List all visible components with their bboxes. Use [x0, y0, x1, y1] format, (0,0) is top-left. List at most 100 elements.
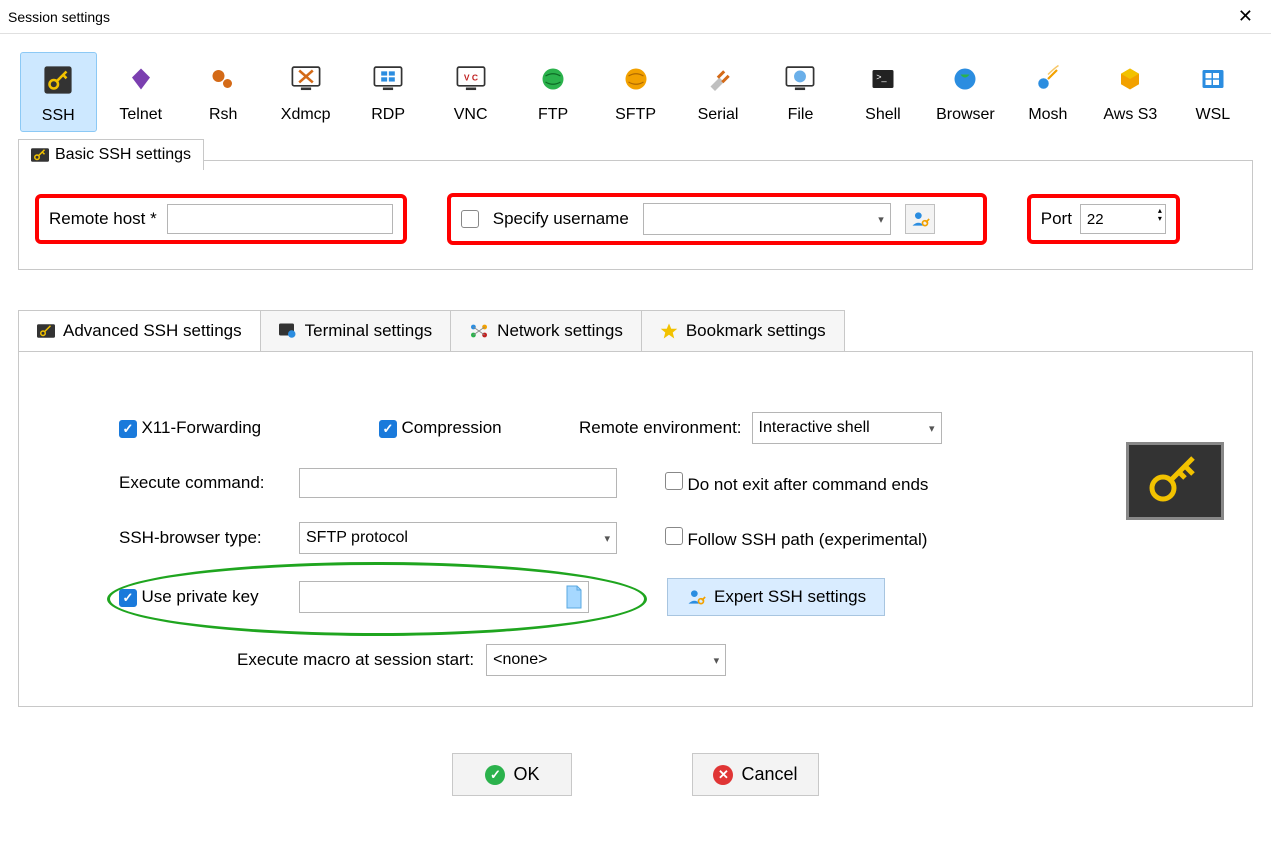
tab-bookmark-settings[interactable]: Bookmark settings	[641, 310, 845, 351]
session-type-label: Rsh	[209, 106, 237, 124]
session-type-rdp[interactable]: RDP	[350, 52, 426, 132]
execute-command-label: Execute command:	[119, 473, 299, 493]
x-circle-icon: ✕	[713, 765, 733, 785]
basic-ssh-tab: Basic SSH settings	[18, 139, 204, 170]
chevron-down-icon: ▾	[604, 532, 610, 545]
monitor-file-icon	[781, 60, 819, 98]
advanced-tabstrip: Advanced SSH settings Terminal settings …	[18, 310, 1253, 351]
x11-forwarding-checkbox[interactable]: ✓	[119, 420, 137, 438]
session-type-shell[interactable]: >_ Shell	[845, 52, 921, 132]
check-circle-icon: ✓	[485, 765, 505, 785]
remote-env-value: Interactive shell	[759, 419, 870, 437]
execute-command-input[interactable]	[299, 468, 617, 498]
star-icon	[660, 322, 678, 340]
user-credentials-button[interactable]	[905, 204, 935, 234]
session-type-browser[interactable]: Browser	[927, 52, 1003, 132]
large-key-icon	[1145, 456, 1205, 506]
monitor-win-icon	[369, 60, 407, 98]
tab-label: Advanced SSH settings	[63, 321, 242, 341]
chevron-down-icon: ▾	[878, 213, 884, 226]
chevron-down-icon[interactable]: ▾	[1158, 215, 1162, 223]
ssh-browser-type-select[interactable]: SFTP protocol ▾	[299, 522, 617, 554]
key-icon	[37, 324, 55, 338]
session-type-ssh[interactable]: SSH	[20, 52, 97, 132]
remote-host-label: Remote host *	[49, 209, 157, 229]
session-type-label: SFTP	[615, 106, 656, 124]
do-not-exit-label: Do not exit after command ends	[687, 475, 928, 494]
follow-ssh-path-checkbox[interactable]	[665, 527, 683, 545]
remote-host-highlight: Remote host *	[35, 194, 407, 244]
ssh-key-badge	[1126, 442, 1224, 520]
ok-label: OK	[513, 764, 539, 785]
remote-host-input[interactable]	[167, 204, 393, 234]
session-type-label: WSL	[1195, 106, 1230, 124]
tab-terminal-settings[interactable]: Terminal settings	[260, 310, 452, 351]
macro-row: Execute macro at session start: <none> ▾	[237, 644, 1222, 676]
session-type-ftp[interactable]: FTP	[515, 52, 591, 132]
port-spinner[interactable]: ▴▾	[1080, 204, 1166, 234]
session-type-label: Xdmcp	[281, 106, 331, 124]
key-icon	[31, 148, 49, 162]
port-input[interactable]	[1080, 204, 1166, 234]
do-not-exit-checkbox[interactable]	[665, 472, 683, 490]
person-key-icon	[686, 587, 706, 607]
macro-value: <none>	[493, 651, 547, 669]
macro-select[interactable]: <none> ▾	[486, 644, 726, 676]
basic-ssh-title: Basic SSH settings	[55, 146, 191, 164]
tab-label: Bookmark settings	[686, 321, 826, 341]
macro-label: Execute macro at session start:	[237, 650, 474, 670]
session-type-file[interactable]: File	[762, 52, 838, 132]
specify-username-label: Specify username	[493, 209, 629, 229]
private-key-path-input[interactable]	[299, 581, 589, 613]
basic-ssh-group: Basic SSH settings Remote host * Specify…	[18, 160, 1253, 270]
svg-text:>_: >_	[876, 72, 887, 82]
session-type-xdmcp[interactable]: Xdmcp	[267, 52, 343, 132]
file-browse-icon[interactable]	[564, 585, 584, 609]
session-type-sftp[interactable]: SFTP	[597, 52, 673, 132]
advanced-section: Advanced SSH settings Terminal settings …	[18, 310, 1253, 707]
session-type-mosh[interactable]: Mosh	[1010, 52, 1086, 132]
session-type-label: Mosh	[1028, 106, 1067, 124]
compression-label: Compression	[401, 418, 501, 437]
remote-env-select[interactable]: Interactive shell ▾	[752, 412, 942, 444]
terminal-icon: >_	[864, 60, 902, 98]
monitor-vnc-icon: V C	[452, 60, 490, 98]
windows-icon	[1194, 60, 1232, 98]
session-type-label: FTP	[538, 106, 568, 124]
specify-username-checkbox[interactable]	[461, 210, 479, 228]
session-type-wsl[interactable]: WSL	[1175, 52, 1251, 132]
username-input[interactable]: ▾	[643, 203, 891, 235]
close-icon[interactable]: ✕	[1232, 6, 1259, 27]
tab-network-settings[interactable]: Network settings	[450, 310, 642, 351]
session-type-vnc[interactable]: V C VNC	[432, 52, 508, 132]
use-private-key-checkbox[interactable]: ✓	[119, 589, 137, 607]
session-type-label: SSH	[42, 107, 75, 125]
session-type-awss3[interactable]: Aws S3	[1092, 52, 1168, 132]
titlebar: Session settings ✕	[0, 0, 1271, 34]
session-type-rsh[interactable]: Rsh	[185, 52, 261, 132]
globe-orange-icon	[617, 60, 655, 98]
spinner-arrows[interactable]: ▴▾	[1158, 207, 1162, 223]
cancel-button[interactable]: ✕ Cancel	[692, 753, 818, 796]
globe-blue-icon	[946, 60, 984, 98]
remote-env-label: Remote environment:	[579, 418, 742, 438]
ssh-browser-type-value: SFTP protocol	[306, 529, 408, 547]
session-type-telnet[interactable]: Telnet	[103, 52, 179, 132]
cube-icon	[1111, 60, 1149, 98]
tab-label: Terminal settings	[305, 321, 433, 341]
port-label: Port	[1041, 209, 1072, 229]
tab-advanced-ssh[interactable]: Advanced SSH settings	[18, 310, 261, 351]
ok-button[interactable]: ✓ OK	[452, 753, 572, 796]
cancel-label: Cancel	[741, 764, 797, 785]
compression-checkbox[interactable]: ✓	[379, 420, 397, 438]
person-key-icon	[910, 209, 930, 229]
diamond-icon	[122, 60, 160, 98]
chevron-down-icon: ▾	[714, 654, 720, 667]
key-icon	[39, 61, 77, 99]
username-highlight: Specify username ▾	[447, 193, 987, 245]
session-type-serial[interactable]: Serial	[680, 52, 756, 132]
session-type-label: File	[788, 106, 814, 124]
window-title: Session settings	[8, 9, 110, 25]
expert-ssh-settings-button[interactable]: Expert SSH settings	[667, 578, 885, 616]
session-type-label: VNC	[454, 106, 488, 124]
